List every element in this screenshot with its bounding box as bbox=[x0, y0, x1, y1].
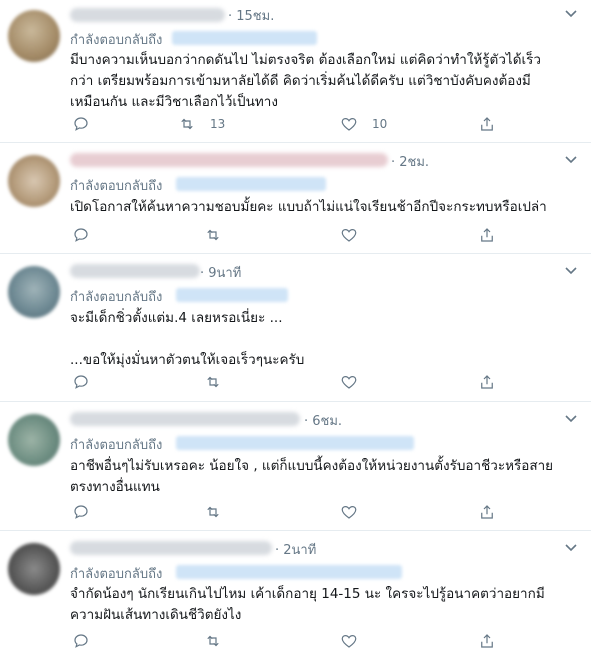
like-icon bbox=[341, 228, 357, 242]
tweet-text: อาชีพอื่นๆไม่รับเหรอคะ น้อยใจ , แต่ก็แบบ… bbox=[70, 458, 554, 495]
tweet-item[interactable]: · 2ชม. กำลังตอบกลับถึง เปิดโอกาสให้ค้นหา… bbox=[0, 143, 591, 254]
share-button[interactable] bbox=[478, 502, 496, 522]
retweet-icon bbox=[207, 229, 219, 241]
replying-to-handle[interactable] bbox=[172, 31, 317, 45]
retweet-icon bbox=[207, 376, 219, 388]
like-button[interactable] bbox=[340, 225, 372, 245]
like-icon bbox=[341, 505, 357, 519]
retweet-button[interactable] bbox=[204, 631, 236, 651]
reply-button[interactable] bbox=[72, 372, 90, 392]
tweet-text: เปิดโอกาสให้ค้นหาความชอบมั้ยคะ แบบถ้าไม่… bbox=[70, 199, 547, 215]
avatar[interactable] bbox=[8, 543, 60, 595]
chevron-down-icon[interactable] bbox=[563, 6, 579, 22]
reply-icon bbox=[74, 228, 88, 242]
tweet-actions bbox=[70, 502, 510, 522]
share-icon bbox=[481, 117, 493, 131]
reply-icon bbox=[74, 375, 88, 389]
avatar[interactable] bbox=[8, 155, 60, 207]
chevron-down-icon[interactable] bbox=[563, 263, 579, 279]
tweet-actions bbox=[70, 372, 510, 392]
tweet-text: จะมีเด็กชิ่วตั้งแต่ม.4 เลยหรอเนี่ยะ ... … bbox=[70, 310, 305, 368]
tweet-timestamp[interactable]: · 2ชม. bbox=[391, 151, 429, 172]
reply-icon bbox=[74, 634, 88, 648]
like-icon bbox=[341, 634, 357, 648]
username-blurred[interactable] bbox=[70, 8, 225, 22]
username-blurred[interactable] bbox=[70, 264, 200, 278]
avatar[interactable] bbox=[8, 266, 60, 318]
retweet-icon bbox=[207, 635, 219, 647]
like-icon bbox=[341, 375, 357, 389]
retweet-icon bbox=[181, 118, 193, 130]
chevron-down-icon[interactable] bbox=[563, 540, 579, 556]
replying-to-label: กำลังตอบกลับถึง bbox=[70, 33, 163, 48]
tweet-timestamp[interactable]: · 6ชม. bbox=[304, 410, 342, 431]
retweet-button[interactable] bbox=[204, 372, 236, 392]
reply-icon bbox=[74, 505, 88, 519]
share-icon bbox=[481, 505, 493, 519]
retweet-button[interactable] bbox=[204, 502, 236, 522]
replying-to-handle[interactable] bbox=[176, 177, 326, 191]
tweet-item[interactable]: · 15ชม. กำลังตอบกลับถึง มีบางความเห็นบอก… bbox=[0, 0, 591, 143]
reply-button[interactable] bbox=[72, 225, 90, 245]
avatar[interactable] bbox=[8, 10, 60, 62]
tweet-timestamp[interactable]: · 2นาที bbox=[275, 539, 316, 560]
tweet-text: จำกัดน้องๆ นักเรียนเกินไปไหม เค้าเด็กอาย… bbox=[70, 586, 545, 623]
like-count: 10 bbox=[372, 117, 388, 131]
like-button[interactable]: 10 bbox=[340, 114, 387, 134]
like-button[interactable] bbox=[340, 631, 372, 651]
reply-button[interactable] bbox=[72, 631, 90, 651]
tweet-actions bbox=[70, 225, 510, 245]
share-icon bbox=[481, 375, 493, 389]
share-icon bbox=[481, 634, 493, 648]
reply-icon bbox=[74, 117, 88, 131]
share-button[interactable] bbox=[478, 225, 496, 245]
replying-to-label: กำลังตอบกลับถึง bbox=[70, 567, 163, 582]
retweet-count: 13 bbox=[210, 117, 226, 131]
retweet-button[interactable] bbox=[204, 225, 236, 245]
username-blurred[interactable] bbox=[70, 541, 272, 555]
username-blurred[interactable] bbox=[70, 412, 300, 426]
chevron-down-icon[interactable] bbox=[563, 152, 579, 168]
replying-to-label: กำลังตอบกลับถึง bbox=[70, 179, 163, 194]
replying-to-handle[interactable] bbox=[176, 288, 288, 302]
replying-to-label: กำลังตอบกลับถึง bbox=[70, 438, 163, 453]
share-button[interactable] bbox=[478, 372, 496, 392]
retweet-icon bbox=[207, 506, 219, 518]
tweet-timestamp[interactable]: · 9นาที bbox=[200, 262, 241, 283]
like-button[interactable] bbox=[340, 502, 372, 522]
tweet-item[interactable]: · 2นาที กำลังตอบกลับถึง จำกัดน้องๆ นักเร… bbox=[0, 531, 591, 657]
share-button[interactable] bbox=[478, 114, 496, 134]
reply-feed: · 15ชม. กำลังตอบกลับถึง มีบางความเห็นบอก… bbox=[0, 0, 591, 657]
reply-button[interactable] bbox=[72, 502, 90, 522]
tweet-item[interactable]: · 9นาที กำลังตอบกลับถึง จะมีเด็กชิ่วตั้ง… bbox=[0, 254, 591, 402]
reply-button[interactable] bbox=[72, 114, 90, 134]
like-button[interactable] bbox=[340, 372, 372, 392]
tweet-item[interactable]: · 6ชม. กำลังตอบกลับถึง อาชีพอื่นๆไม่รับเ… bbox=[0, 402, 591, 531]
replying-to-handle[interactable] bbox=[176, 565, 402, 579]
share-button[interactable] bbox=[478, 631, 496, 651]
tweet-text: มีบางความเห็นบอกว่ากดดันไป ไม่ตรงจริต ต้… bbox=[70, 52, 541, 110]
avatar[interactable] bbox=[8, 414, 60, 466]
like-icon bbox=[341, 117, 357, 131]
replying-to-handle[interactable] bbox=[176, 436, 414, 450]
username-blurred[interactable] bbox=[70, 153, 388, 167]
retweet-button[interactable]: 13 bbox=[178, 114, 225, 134]
tweet-actions bbox=[70, 631, 510, 651]
tweet-timestamp[interactable]: · 15ชม. bbox=[228, 5, 274, 26]
chevron-down-icon[interactable] bbox=[563, 411, 579, 427]
tweet-actions: 13 10 bbox=[70, 114, 510, 134]
share-icon bbox=[481, 228, 493, 242]
replying-to-label: กำลังตอบกลับถึง bbox=[70, 290, 163, 305]
